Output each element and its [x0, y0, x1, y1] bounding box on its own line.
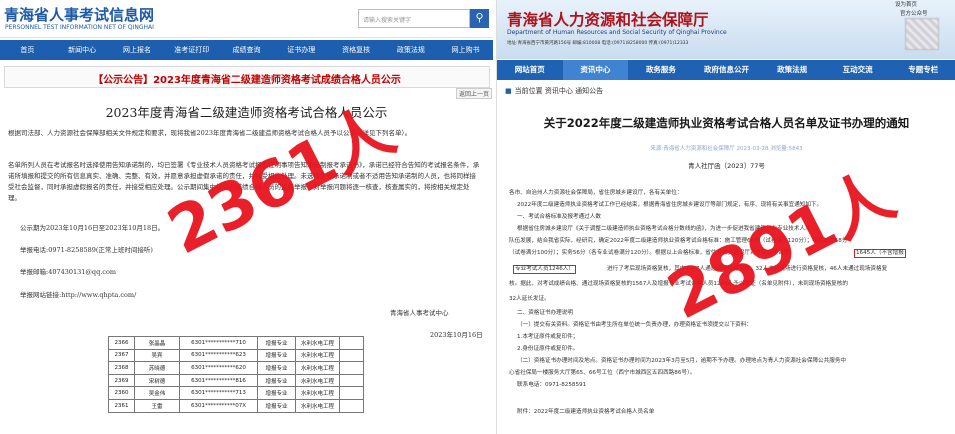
article-line: （一）提交有关资料。资格证书由考生所在单位统一负责办理，办理资格证书须提交以下资…	[517, 322, 752, 328]
breadcrumb: ■ 当前位置 资讯中心 通知公告	[505, 86, 603, 96]
article-line: （二）资格证书办理时间及地点。资格证书办理时间为2023年3月至5月，逾期不予办…	[517, 358, 847, 364]
left-notice-heading-bar: 【公示公告】2023年度青海省二级建造师资格考试成绩合格人员公示	[4, 66, 490, 88]
table-cell: 增报专业	[257, 373, 296, 388]
table-cell	[339, 348, 364, 363]
right-nav-item-active[interactable]: 资讯中心	[562, 60, 629, 80]
right-nav-item[interactable]: 政务服务	[628, 60, 694, 80]
left-header: 青海省人事考试信息网 PERSONNEL TEST INFORMATION NE…	[0, 0, 493, 38]
right-nav-item[interactable]: 政策法规	[759, 60, 825, 80]
qr-code-icon	[905, 18, 939, 50]
left-nav-item[interactable]: 网上报名	[110, 40, 165, 60]
article-line: 附件：2022年度二级建造师执业资格考试合格人员名单	[517, 409, 655, 415]
table-cell: 2360	[108, 386, 135, 400]
table-cell: 水利水电工程	[295, 398, 340, 413]
left-nav-item[interactable]: 资格复核	[329, 40, 384, 60]
right-doc-number: 青人社厅函〔2023〕77号	[688, 162, 765, 170]
table-cell: 水利水电工程	[295, 386, 340, 400]
table-cell: 张晶晶	[134, 336, 180, 350]
right-main-nav: 网站首页 资讯中心 政务服务 政府信息公开 政策法规 互动交流 专题专栏	[497, 60, 955, 80]
location-icon: ■	[505, 87, 512, 95]
table-cell: 增报专业	[257, 348, 296, 363]
right-nav-item[interactable]: 网站首页	[497, 60, 563, 80]
right-article-meta: 来源:青海省人力资源和社会保障厅 2023-03-28 浏览量:5843	[650, 146, 803, 152]
right-nav-item[interactable]: 政府信息公开	[694, 60, 760, 80]
table-cell: 2368	[108, 361, 135, 375]
back-button[interactable]: 返回上一页	[456, 88, 493, 99]
left-nav-item[interactable]: 首页	[0, 40, 55, 60]
table-cell: 苏晓德	[134, 361, 180, 375]
table-cell: 2369	[108, 373, 135, 388]
left-website[interactable]: 举报网站链接:http://www.qhpta.com/	[20, 289, 136, 299]
table-row: 2368 苏晓德 6301***********620 增报专业 水利水电工程	[108, 361, 364, 375]
left-nav-item[interactable]: 新闻中心	[55, 40, 110, 60]
table-cell: 6301***********710	[179, 336, 258, 350]
left-period: 公示期为2023年10月16日至2023年10月18日。	[20, 224, 165, 232]
right-site-subtitle: Department of Human Resources and Social…	[507, 29, 727, 36]
table-cell: 增报专业	[257, 336, 296, 350]
search-icon[interactable]: ⚲	[470, 9, 489, 28]
table-cell: 吴宾	[134, 348, 180, 363]
left-nav-item[interactable]: 网上购书	[438, 40, 493, 60]
table-cell: 6301***********620	[179, 361, 258, 375]
breadcrumb-text[interactable]: 当前位置 资讯中心 通知公告	[515, 87, 603, 95]
left-notice-heading: 【公示公告】2023年度青海省二级建造师资格考试成绩合格人员公示	[93, 75, 401, 86]
table-row: 2361 王雷 6301***********07X 增报专业 水利水电工程	[108, 398, 364, 413]
highlight-box-2: 专业考试人员1246人）	[513, 265, 576, 274]
table-cell: 吴金伟	[134, 386, 180, 400]
left-doc-title: 2023年度青海省二级建造师资格考试合格人员公示	[105, 105, 388, 120]
left-phone: 举报电话:0971-8258589(正常上班时间接听)	[20, 246, 153, 254]
right-banner: 青海省人力资源和社会保障厅 Department of Human Resour…	[497, 0, 955, 59]
table-cell: 2361	[108, 398, 135, 413]
table-cell: 2366	[108, 336, 135, 350]
table-cell: 水利水电工程	[295, 361, 340, 375]
table-cell: 水利水电工程	[295, 336, 340, 350]
table-row: 2369 宋树德 6301***********816 增报专业 水利水电工程	[108, 373, 364, 388]
table-cell: 2367	[108, 348, 135, 363]
left-results-table: 2366 张晶晶 6301***********710 增报专业 水利水电工程 2367 吴…	[108, 336, 364, 413]
article-line: 2.身份证原件或复印件。	[517, 346, 579, 352]
table-row: 2367 吴宾 6301***********623 增报专业 水利水电工程	[108, 348, 364, 363]
left-main-nav: 首页 新闻中心 网上报名 准考证打印 成绩查询 证书办理 资格复核 政策法规 网…	[0, 40, 493, 60]
article-line: 心省社保局一楼服务大厅第65、66号工位（西宁市城西区五四西路86号）。	[509, 370, 696, 376]
left-search-input[interactable]: 请输入搜索关键字	[358, 9, 470, 28]
table-cell: 6301***********07X	[179, 398, 258, 413]
table-cell: 增报专业	[257, 398, 296, 413]
right-site-title[interactable]: 青海省人力资源和社会保障厅	[507, 8, 709, 30]
table-cell: 水利水电工程	[295, 373, 340, 388]
table-cell: 增报专业	[257, 361, 296, 375]
right-nav-item[interactable]: 专题专栏	[890, 60, 955, 80]
table-cell: 宋树德	[134, 373, 180, 388]
table-cell	[339, 361, 364, 375]
right-nav-item[interactable]: 互动交流	[825, 60, 891, 80]
article-line: 1.本考证原件或复印件；	[517, 334, 579, 340]
left-nav-item[interactable]: 政策法规	[383, 40, 438, 60]
table-cell	[339, 336, 364, 350]
left-site-title[interactable]: 青海省人事考试信息网	[4, 4, 154, 25]
article-line: 联系电话：0971-8258591	[517, 382, 587, 388]
right-wechat-label: 官方公众号	[900, 11, 928, 17]
left-paragraph-1: 根据司法部、人力资源社会保障部相关文件规定和要求，现将我省2023年度青海省二级…	[8, 129, 412, 137]
table-cell	[339, 398, 364, 413]
right-top-links[interactable]: 设为首页	[895, 0, 917, 8]
left-site-subtitle: PERSONNEL TEST INFORMATION NET OF QINGHA…	[5, 24, 154, 31]
table-cell: 王雷	[134, 398, 180, 413]
left-signature: 青海省人事考试中心	[390, 309, 449, 317]
left-nav-item[interactable]: 成绩查询	[219, 40, 274, 60]
left-email: 举报邮箱:407430131@qq.com	[20, 268, 117, 276]
table-cell: 6301***********816	[179, 373, 258, 388]
left-nav-item[interactable]: 准考证打印	[164, 40, 219, 60]
table-cell: 水利水电工程	[295, 348, 340, 363]
table-cell: 增报专业	[257, 386, 296, 400]
table-cell: 6301***********623	[179, 348, 258, 363]
table-cell: 6301***********713	[179, 386, 258, 400]
right-article-title: 关于2022年度二级建造师执业资格考试合格人员名单及证书办理的通知	[543, 116, 910, 130]
table-row: 2366 张晶晶 6301***********710 增报专业 水利水电工程	[108, 336, 364, 350]
table-row: 2360 吴金伟 6301***********713 增报专业 水利水电工程	[108, 386, 364, 400]
left-nav-item[interactable]: 证书办理	[274, 40, 329, 60]
table-cell	[339, 373, 364, 388]
left-date: 2023年10月16日	[430, 331, 483, 339]
right-contact-line: 地址:青海省西宁市黄河路156号 邮编:810008 电话:(0971)8258…	[507, 41, 689, 46]
table-cell	[339, 386, 364, 400]
